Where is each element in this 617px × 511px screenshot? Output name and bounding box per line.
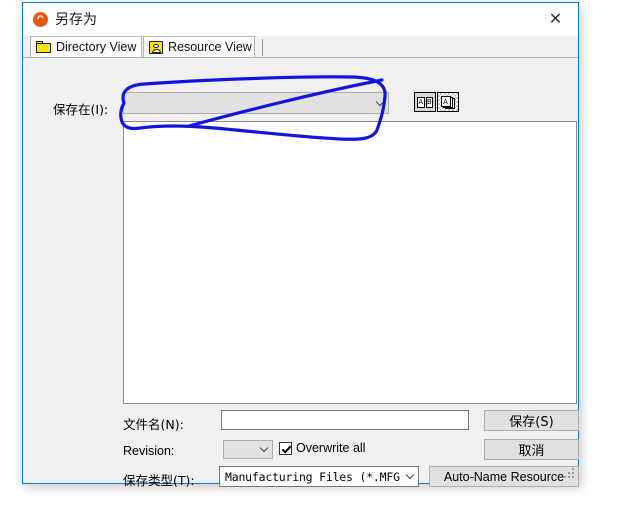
dialog-body: 保存在(I): A B A 文件名(N): Revision: Overwrit… (23, 57, 579, 488)
screenshot-root: 另存为 ✕ Directory View Resource View 保存在(I… (0, 0, 617, 511)
revision-dropdown[interactable] (223, 440, 273, 459)
file-type-label: 保存类型(T): (123, 473, 195, 488)
file-list-panel[interactable] (123, 121, 577, 404)
save-as-dialog: 另存为 ✕ Directory View Resource View 保存在(I… (22, 2, 579, 488)
tab-strip: Directory View Resource View (23, 36, 578, 58)
checkbox-check-icon (279, 441, 292, 455)
window-title: 另存为 (55, 11, 97, 27)
resize-grip[interactable] (563, 468, 576, 481)
chevron-down-icon (256, 446, 272, 453)
title-bar: 另存为 ✕ (23, 3, 578, 37)
stacked-pages-icon[interactable]: A (437, 92, 459, 112)
tab-separator (262, 39, 263, 56)
chevron-down-icon (402, 473, 418, 480)
file-name-label: 文件名(N): (123, 417, 184, 432)
creo-orb-icon (33, 12, 48, 27)
cancel-button[interactable]: 取消 (484, 439, 579, 460)
resource-face-icon (149, 40, 163, 54)
tab-directory-view[interactable]: Directory View (30, 36, 142, 57)
folder-icon (36, 41, 51, 53)
glyph-b: B (425, 96, 433, 108)
glyph-a: A (417, 96, 425, 108)
save-in-label: 保存在(I): (53, 102, 109, 117)
close-icon[interactable]: ✕ (533, 3, 578, 34)
auto-name-resource-button[interactable]: Auto-Name Resource (429, 466, 579, 487)
glyph-stack-a: A (440, 95, 451, 107)
file-type-value: Manufacturing Files (*.MFG) (225, 469, 402, 484)
ab-boxes-icon[interactable]: A B (414, 92, 436, 112)
tab-resource-view-label: Resource View (168, 40, 252, 54)
chevron-down-icon (372, 100, 388, 107)
overwrite-all-checkbox[interactable]: Overwrite all (279, 441, 365, 455)
save-button[interactable]: 保存(S) (484, 410, 579, 431)
tab-resource-view[interactable]: Resource View (143, 36, 255, 57)
revision-label: Revision: (123, 444, 175, 458)
tab-directory-view-label: Directory View (56, 40, 137, 54)
file-type-dropdown[interactable]: Manufacturing Files (*.MFG) (219, 466, 419, 487)
overwrite-all-label: Overwrite all (296, 441, 366, 455)
file-name-input[interactable] (221, 410, 469, 430)
save-in-dropdown[interactable] (123, 92, 389, 114)
